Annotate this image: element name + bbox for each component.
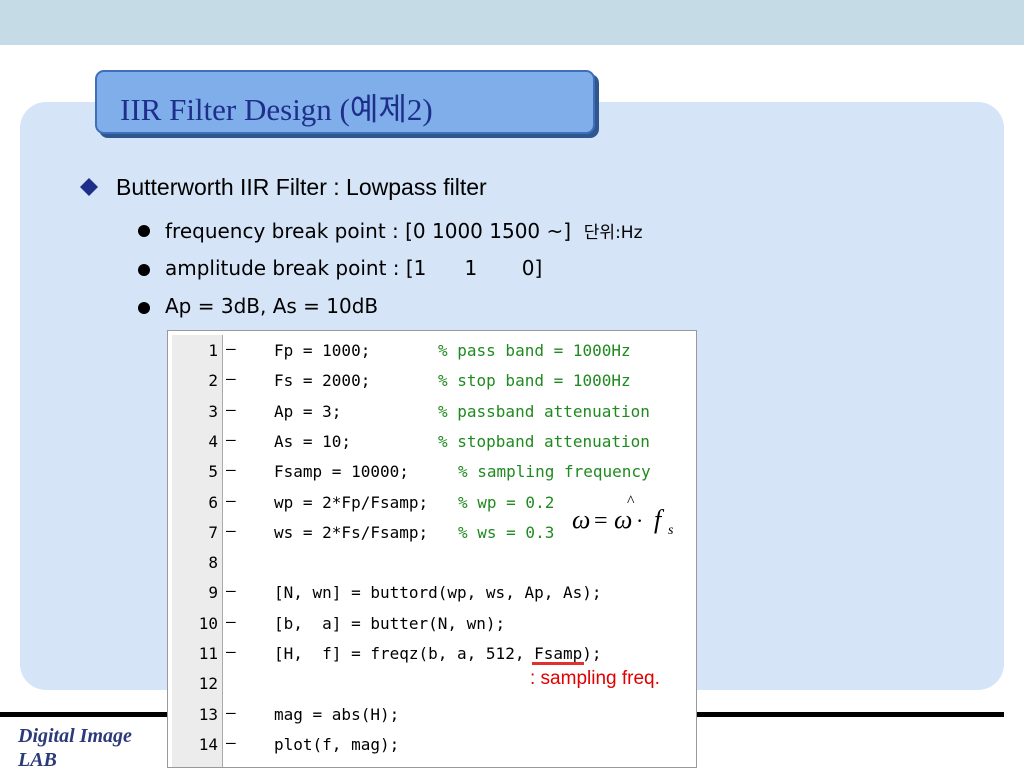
formula-dot: · [636,508,643,533]
bullet-frequency-text: frequency break point : [0 1000 1500 ~] [165,219,572,243]
line-number: 10 [198,613,218,633]
code-line: 5– Fsamp = 10000; % sampling frequency [168,456,696,486]
line-number: 13 [198,704,218,724]
code-text: Fp = 1000; [274,341,371,360]
code-line: 14– plot(f, mag); [168,729,696,759]
code-text: Fs = 2000; [274,371,371,391]
breakpoint-dash: – [226,520,236,540]
line-number: 4 [208,431,218,451]
line-number: 11 [198,644,218,663]
fsamp-underline [532,662,584,665]
code-comment: % pass band = 1000Hz [438,341,631,360]
breakpoint-dash: – [226,732,236,752]
bullet-frequency: frequency break point : [0 1000 1500 ~] … [165,218,643,243]
code-text: [H, f] = freqz(b, a, 512, Fsamp); [274,644,602,663]
top-banner [0,0,1024,45]
bullet-dot-icon [138,302,150,314]
code-text: [b, a] = butter(N, wn); [274,613,506,633]
code-text: Ap = 3; [274,401,342,421]
line-number: 7 [208,522,218,542]
bullet-dot-icon [138,264,150,276]
code-text: Fsamp = 10000; [274,462,409,482]
main-heading: Butterworth IIR Filter : Lowpass filter [116,174,487,200]
code-line: 8 [168,547,696,577]
breakpoint-dash: – [226,581,236,601]
line-number: 1 [208,341,218,360]
line-number: 8 [208,553,218,573]
bullet-frequency-unit: 단위:Hz [583,223,643,243]
breakpoint-dash: – [226,702,236,722]
formula-omega: ω [572,505,590,534]
formula-hat: ^ [627,494,635,510]
breakpoint-dash: – [226,399,236,419]
code-line: 13– mag = abs(H); [168,699,696,729]
code-text: ws = 2*Fs/Fsamp; [274,522,429,542]
code-comment: % wp = 0.2 [458,492,555,512]
breakpoint-dash: – [226,339,236,358]
code-line: 11– [H, f] = freqz(b, a, 512, Fsamp); [168,638,696,668]
line-number: 5 [208,462,218,482]
code-comment: % passband attenuation [438,401,650,421]
omega-formula: ω = ω ^ · f s [572,494,674,538]
sampling-freq-note: : sampling freq. [530,668,660,689]
diamond-bullet-icon [80,178,98,196]
formula-f: f [654,505,665,534]
code-line: 10– [b, a] = butter(N, wn); [168,608,696,638]
bullet-dot-icon [138,225,150,237]
breakpoint-dash: – [226,642,236,661]
line-number: 12 [198,674,218,694]
breakpoint-dash: – [226,369,236,389]
line-number: 2 [208,371,218,391]
code-line: 1– Fp = 1000; % pass band = 1000Hz [168,335,696,365]
code-text: As = 10; [274,431,352,451]
code-comment: % ws = 0.3 [458,522,555,542]
formula-subscript: s [668,523,674,538]
breakpoint-dash: – [226,429,236,449]
line-number: 6 [208,492,218,512]
line-number: 14 [198,734,218,754]
formula-equals: = [594,508,608,534]
code-line: 4– As = 10; % stopband attenuation [168,426,696,456]
bullet-amplitude: amplitude break point : [1 1 0] [165,256,543,280]
code-text: plot(f, mag); [274,734,400,754]
line-number: 3 [208,401,218,421]
footer-lab-name: Digital Image LAB [18,725,132,771]
code-line: 3– Ap = 3; % passband attenuation [168,396,696,426]
code-editor: 1– Fp = 1000;% pass band = 1000Hz 2– Fs = 2… [167,330,697,768]
code-text: mag = abs(H); [274,704,400,724]
code-comment: % sampling frequency [458,462,651,482]
breakpoint-dash: – [226,490,236,510]
slide-title: IIR Filter Design (예제2) [120,92,433,127]
code-comment: % stopband attenuation [438,431,650,451]
bullet-ap-as: Ap = 3dB, As = 10dB [165,294,379,318]
breakpoint-dash: – [226,460,236,480]
code-text: wp = 2*Fp/Fsamp; [274,492,429,512]
code-line: 9– [N, wn] = buttord(wp, ws, Ap, As); [168,577,696,607]
breakpoint-dash: – [226,611,236,631]
code-line: 2– Fs = 2000; % stop band = 1000Hz [168,365,696,395]
line-number: 9 [208,583,218,603]
code-text: [N, wn] = buttord(wp, ws, Ap, As); [274,583,602,603]
code-comment: % stop band = 1000Hz [438,371,631,391]
